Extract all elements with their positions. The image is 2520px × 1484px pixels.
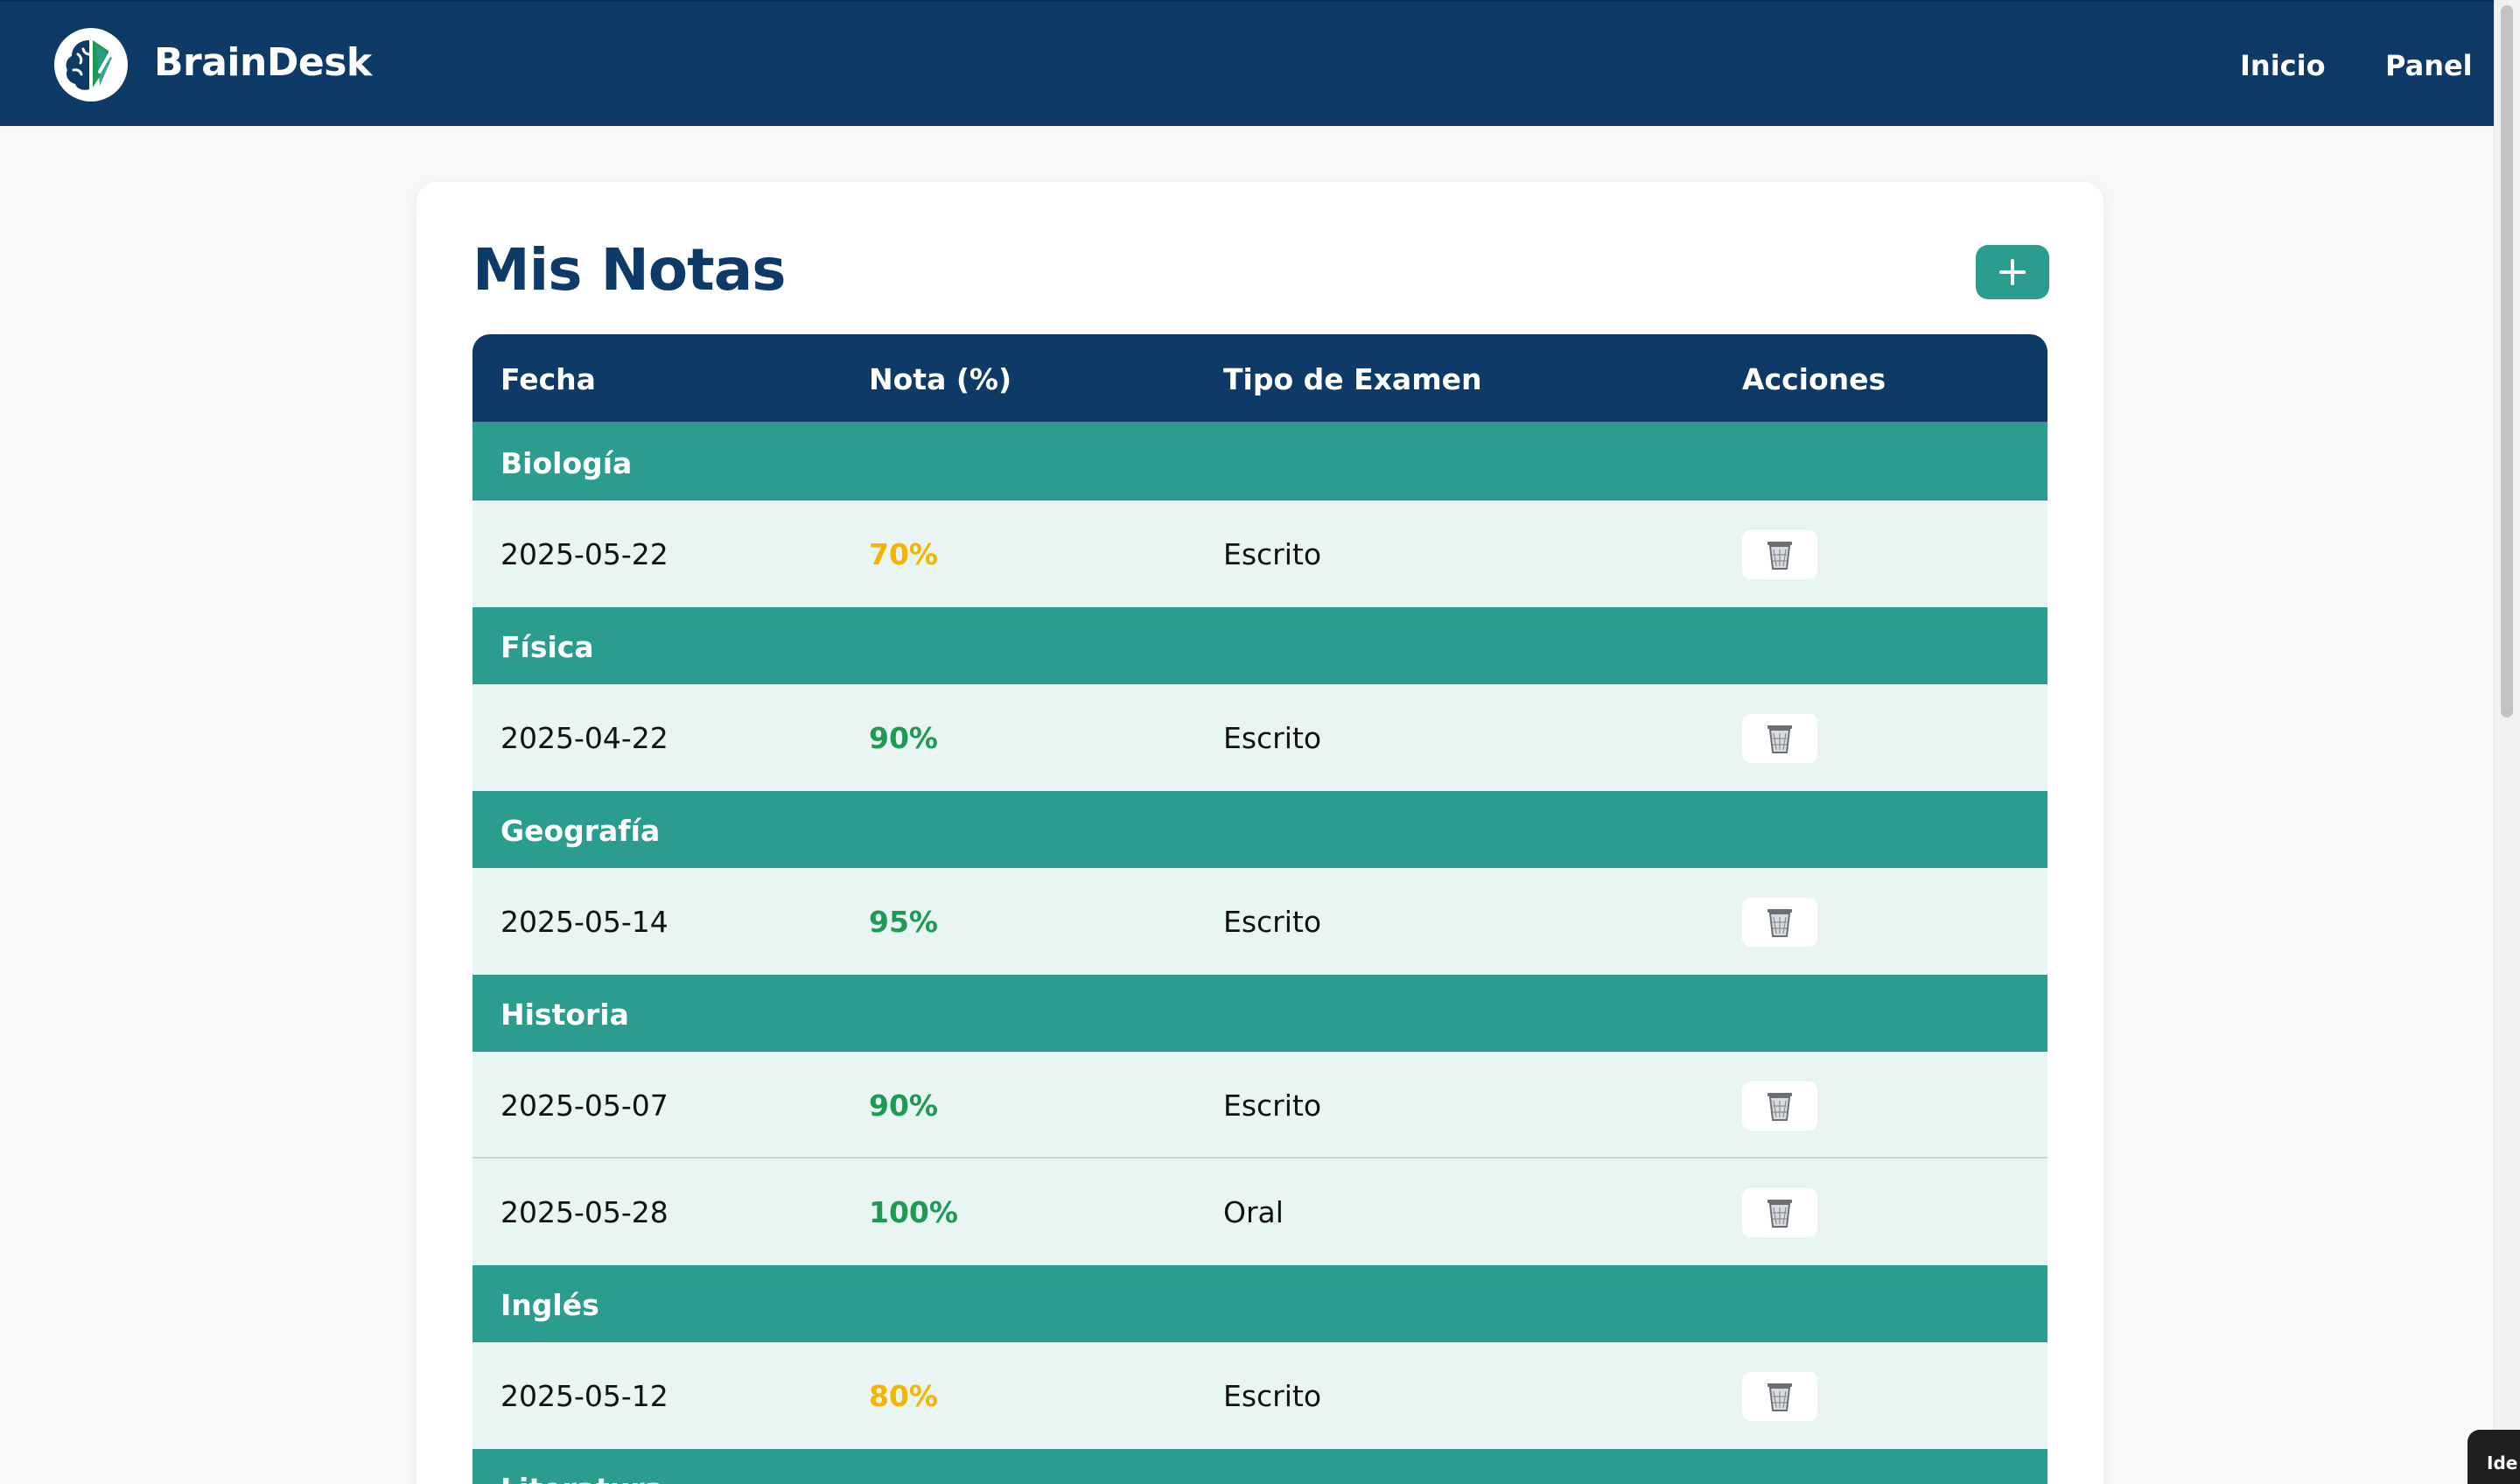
grade-cell: 70% — [869, 537, 938, 571]
subject-group-row: Literatura — [472, 1449, 2048, 1484]
column-header-acciones: Acciones — [1742, 362, 1886, 396]
date-cell: 2025-05-28 — [500, 1195, 668, 1229]
column-header-tipo: Tipo de Examen — [1223, 362, 1482, 396]
table-row: 2025-05-12 80% Escrito — [472, 1342, 2048, 1449]
subject-group-row: Física — [472, 607, 2048, 684]
trash-icon — [1768, 1200, 1792, 1228]
delete-button[interactable] — [1742, 1082, 1817, 1130]
grade-cell: 80% — [869, 1379, 938, 1413]
scrollbar-thumb[interactable] — [2501, 5, 2513, 718]
trash-icon — [1768, 725, 1792, 753]
subject-group-row: Historia — [472, 975, 2048, 1052]
date-cell: 2025-05-14 — [500, 905, 668, 939]
grade-cell: 100% — [869, 1195, 958, 1229]
subject-group-label: Biología — [500, 446, 633, 480]
table-row: 2025-05-28 100% Oral — [472, 1158, 2048, 1265]
brain-icon[interactable] — [54, 28, 128, 102]
grade-cell: 95% — [869, 905, 938, 939]
trash-icon — [1768, 1093, 1792, 1121]
subject-group-row: Geografía — [472, 791, 2048, 868]
delete-button[interactable] — [1742, 1188, 1817, 1237]
exam-type-cell: Escrito — [1223, 537, 1322, 571]
table-body: Biología 2025-05-22 70% Escrito Física 2025-0… — [472, 424, 2048, 1484]
delete-button[interactable] — [1742, 714, 1817, 763]
corner-widget[interactable]: Ide — [2468, 1430, 2520, 1484]
trash-icon — [1768, 1383, 1792, 1411]
grade-cell: 90% — [869, 1088, 938, 1123]
exam-type-cell: Oral — [1223, 1195, 1284, 1229]
subject-group-label: Física — [500, 630, 594, 664]
plus-icon — [1999, 259, 2026, 285]
grade-cell: 90% — [869, 721, 938, 755]
notes-table: Fecha Nota (%) Tipo de Examen Acciones B… — [472, 334, 2048, 1484]
subject-group-label: Historia — [500, 998, 629, 1032]
nav-panel-link[interactable]: Panel — [2385, 49, 2473, 82]
date-cell: 2025-05-07 — [500, 1088, 668, 1123]
subject-group-label: Geografía — [500, 814, 661, 848]
table-row: 2025-05-14 95% Escrito — [472, 868, 2048, 975]
exam-type-cell: Escrito — [1223, 1088, 1322, 1123]
date-cell: 2025-05-12 — [500, 1379, 668, 1413]
delete-button[interactable] — [1742, 530, 1817, 579]
brand-name[interactable]: BrainDesk — [154, 40, 372, 85]
table-row: 2025-04-22 90% Escrito — [472, 684, 2048, 791]
subject-group-row: Inglés — [472, 1265, 2048, 1342]
top-navbar: BrainDesk Inicio Panel — [0, 0, 2494, 126]
table-row: 2025-05-07 90% Escrito — [472, 1052, 2048, 1158]
delete-button[interactable] — [1742, 1372, 1817, 1421]
delete-button[interactable] — [1742, 898, 1817, 947]
exam-type-cell: Escrito — [1223, 1379, 1322, 1413]
table-row: 2025-05-22 70% Escrito — [472, 500, 2048, 607]
table-header: Fecha Nota (%) Tipo de Examen Acciones — [472, 334, 2048, 424]
subject-group-label: Literatura — [500, 1472, 664, 1484]
nav-inicio-link[interactable]: Inicio — [2240, 49, 2326, 82]
page-title: Mis Notas — [472, 236, 787, 304]
exam-type-cell: Escrito — [1223, 905, 1322, 939]
add-note-button[interactable] — [1976, 245, 2049, 299]
trash-icon — [1768, 909, 1792, 937]
exam-type-cell: Escrito — [1223, 721, 1322, 755]
column-header-fecha: Fecha — [500, 362, 596, 396]
date-cell: 2025-05-22 — [500, 537, 668, 571]
subject-group-row: Biología — [472, 424, 2048, 500]
corner-widget-label: Ide — [2487, 1452, 2518, 1474]
date-cell: 2025-04-22 — [500, 721, 668, 755]
subject-group-label: Inglés — [500, 1288, 599, 1322]
column-header-nota: Nota (%) — [869, 362, 1012, 396]
trash-icon — [1768, 542, 1792, 570]
